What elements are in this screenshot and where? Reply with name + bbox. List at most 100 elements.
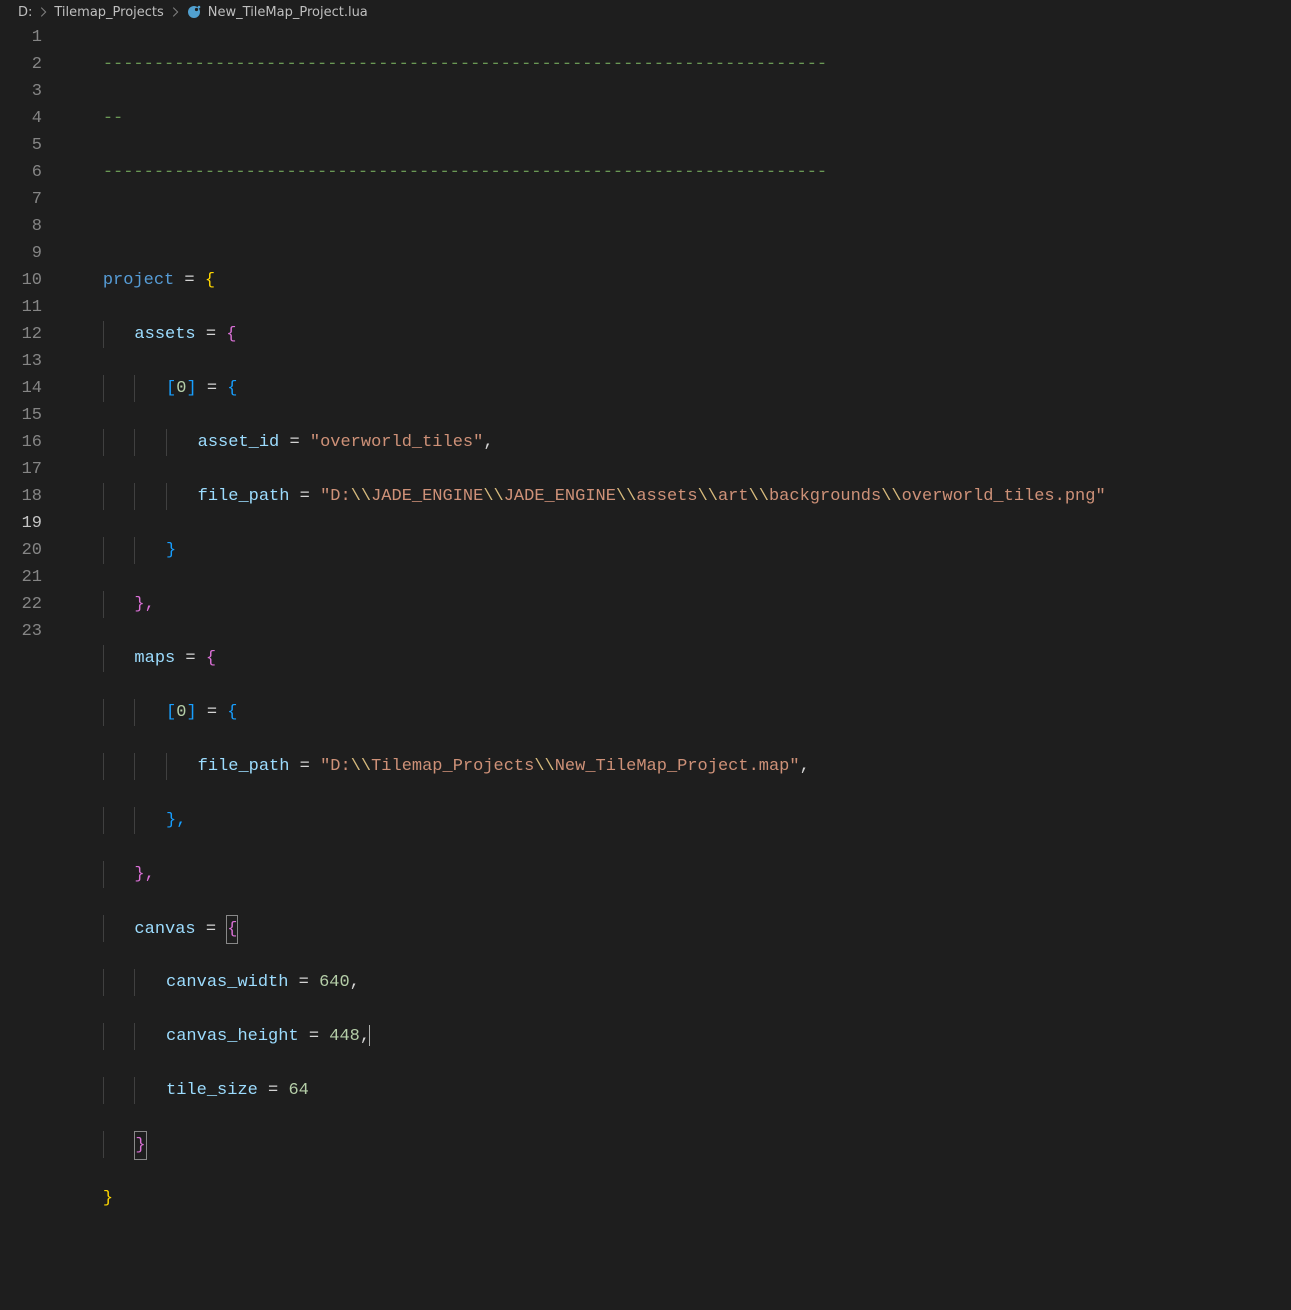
string-quote: " <box>320 487 330 506</box>
code-line[interactable]: } <box>62 1185 1291 1212</box>
field: assets <box>134 325 195 344</box>
code-line[interactable]: } <box>62 537 1291 564</box>
code-line[interactable]: tile_size = 64 <box>62 1077 1291 1104</box>
code-line[interactable]: [0] = { <box>62 699 1291 726</box>
line-number: 17 <box>12 456 42 483</box>
code-line[interactable] <box>62 1239 1291 1266</box>
field: canvas_height <box>166 1027 299 1046</box>
code-line[interactable]: }, <box>62 591 1291 618</box>
number: 0 <box>176 703 186 722</box>
operator: = <box>258 1081 289 1100</box>
code-line[interactable]: assets = { <box>62 321 1291 348</box>
code-line[interactable]: -- <box>62 105 1291 132</box>
string: JADE_ENGINE <box>504 487 616 506</box>
string: Tilemap_Projects <box>371 757 534 776</box>
brace: { <box>206 649 216 668</box>
field: tile_size <box>166 1081 258 1100</box>
comment-text: ----------------------------------------… <box>103 163 827 182</box>
code-line[interactable]: } <box>62 1131 1291 1158</box>
code-line[interactable]: project = { <box>62 267 1291 294</box>
code-line[interactable]: maps = { <box>62 645 1291 672</box>
brace: { <box>226 325 236 344</box>
line-number: 5 <box>12 132 42 159</box>
brace: } <box>103 1189 113 1208</box>
code-line[interactable] <box>62 213 1291 240</box>
escape-seq: \\ <box>483 487 503 506</box>
brace: { <box>227 920 237 939</box>
operator: = <box>288 973 319 992</box>
code-line[interactable]: file_path = "D:\\JADE_ENGINE\\JADE_ENGIN… <box>62 483 1291 510</box>
escape-seq: \\ <box>749 487 769 506</box>
code-line[interactable]: canvas_height = 448, <box>62 1023 1291 1050</box>
code-line[interactable]: }, <box>62 861 1291 888</box>
line-number: 16 <box>12 429 42 456</box>
escape-seq: \\ <box>351 757 371 776</box>
line-number: 4 <box>12 105 42 132</box>
breadcrumb-seg-folder[interactable]: Tilemap_Projects <box>54 5 163 20</box>
brace: } <box>166 541 176 560</box>
line-number: 15 <box>12 402 42 429</box>
breadcrumb-seg-file[interactable]: New_TileMap_Project.lua <box>208 5 368 20</box>
string-quote: " <box>320 757 330 776</box>
line-number: 18 <box>12 483 42 510</box>
operator: = <box>197 703 228 722</box>
number: 448 <box>329 1027 360 1046</box>
code-editor[interactable]: 1 2 3 4 5 6 7 8 9 10 11 12 13 14 15 16 1… <box>0 24 1291 1310</box>
code-line[interactable]: canvas_width = 640, <box>62 969 1291 996</box>
brace: }, <box>166 811 186 830</box>
code-line[interactable]: asset_id = "overworld_tiles", <box>62 429 1291 456</box>
operator: = <box>279 433 310 452</box>
brace: }, <box>134 595 154 614</box>
line-number: 21 <box>12 564 42 591</box>
string: D: <box>330 757 350 776</box>
line-number: 11 <box>12 294 42 321</box>
line-number: 12 <box>12 321 42 348</box>
number: 0 <box>176 379 186 398</box>
line-number: 8 <box>12 213 42 240</box>
brace: { <box>205 271 215 290</box>
comma: , <box>800 757 810 776</box>
operator: = <box>299 1027 330 1046</box>
breadcrumb-seg-drive[interactable]: D: <box>18 5 32 20</box>
string: assets <box>636 487 697 506</box>
comma: , <box>483 433 493 452</box>
escape-seq: \\ <box>351 487 371 506</box>
operator: = <box>197 379 228 398</box>
code-line[interactable]: [0] = { <box>62 375 1291 402</box>
number: 640 <box>319 973 350 992</box>
operator: = <box>196 920 227 939</box>
code-line[interactable]: ----------------------------------------… <box>62 51 1291 78</box>
escape-seq: \\ <box>698 487 718 506</box>
line-number-gutter: 1 2 3 4 5 6 7 8 9 10 11 12 13 14 15 16 1… <box>0 24 62 1310</box>
escape-seq: \\ <box>534 757 554 776</box>
comment-text: ----------------------------------------… <box>103 55 827 74</box>
code-line[interactable]: }, <box>62 807 1291 834</box>
breadcrumb[interactable]: D: Tilemap_Projects New_TileMap_Project.… <box>0 0 1291 24</box>
string: art <box>718 487 749 506</box>
line-number: 20 <box>12 537 42 564</box>
comment-text: -- <box>103 109 123 128</box>
string: New_TileMap_Project.map <box>555 757 790 776</box>
chevron-right-icon <box>36 5 50 19</box>
brace: { <box>227 703 237 722</box>
code-content[interactable]: ----------------------------------------… <box>62 24 1291 1310</box>
chevron-right-icon <box>168 5 182 19</box>
code-line[interactable]: ----------------------------------------… <box>62 159 1291 186</box>
string: D: <box>330 487 350 506</box>
string-quote: " <box>1095 487 1105 506</box>
brace: }, <box>134 865 154 884</box>
field: file_path <box>198 487 290 506</box>
code-line[interactable]: file_path = "D:\\Tilemap_Projects\\New_T… <box>62 753 1291 780</box>
brace: } <box>135 1136 145 1155</box>
line-number: 2 <box>12 51 42 78</box>
string: backgrounds <box>769 487 881 506</box>
escape-seq: \\ <box>616 487 636 506</box>
operator: = <box>175 649 206 668</box>
line-number: 10 <box>12 267 42 294</box>
code-line[interactable]: canvas = { <box>62 915 1291 942</box>
field: maps <box>134 649 175 668</box>
line-number: 19 <box>12 510 42 537</box>
field: canvas_width <box>166 973 288 992</box>
text-cursor <box>369 1025 370 1046</box>
operator: = <box>174 271 205 290</box>
